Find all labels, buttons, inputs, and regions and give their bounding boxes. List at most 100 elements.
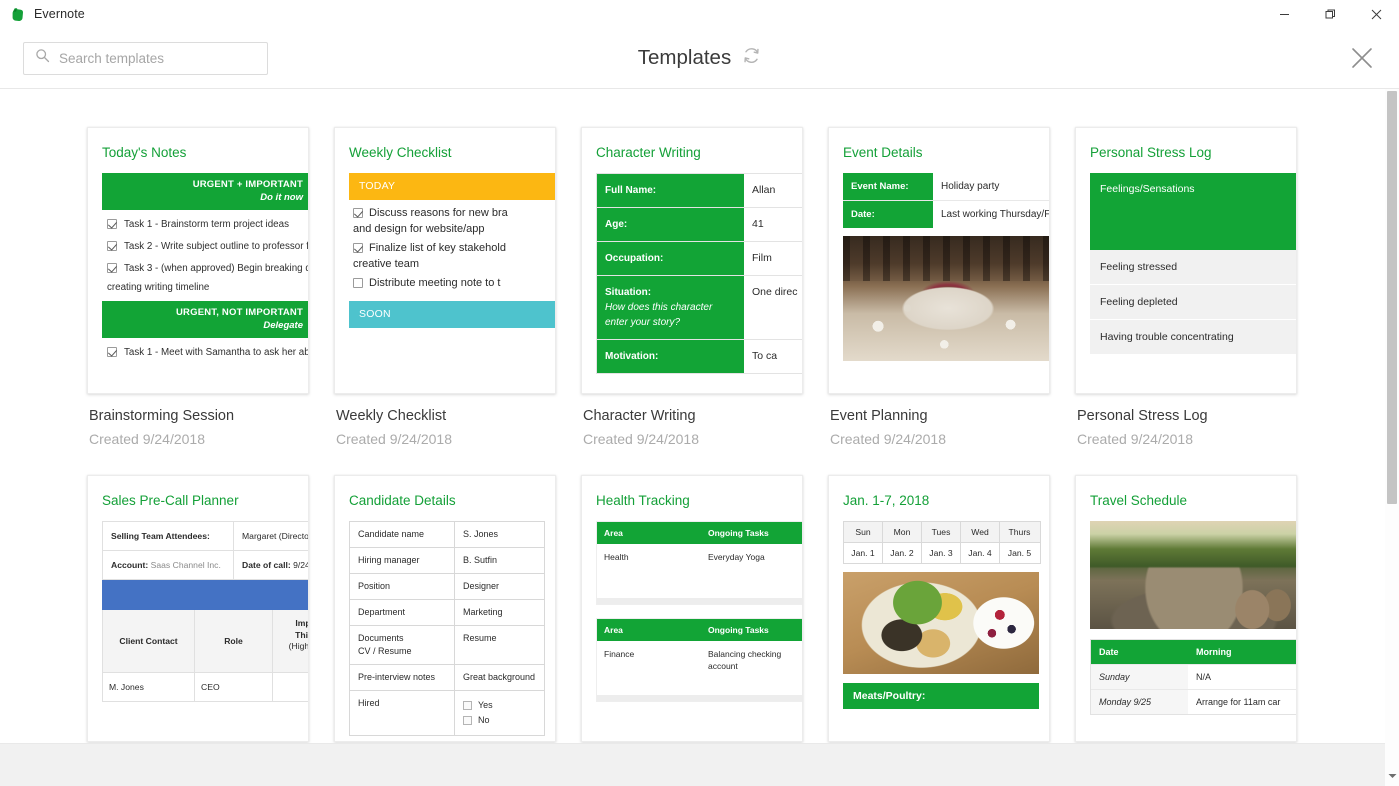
- table-row: Selling Team Attendees: Margaret (Direct…: [103, 522, 308, 552]
- templates-grid: Today's Notes URGENT + IMPORTANT Do it n…: [0, 89, 1385, 742]
- row-value: B. Sutfin: [463, 555, 498, 566]
- preview-title: Travel Schedule: [1090, 493, 1188, 508]
- template-preview[interactable]: Health Tracking Area Ongoing Tasks Healt…: [581, 475, 803, 742]
- cell-morning: N/A: [1196, 672, 1212, 682]
- day-header: Thurs: [1008, 527, 1031, 537]
- evernote-logo-icon: [11, 7, 26, 22]
- template-card-travel-schedule[interactable]: Travel Schedule Date Morning Sunday N/A: [1075, 475, 1297, 742]
- template-card-candidate-details[interactable]: Candidate Details Candidate name S. Jone…: [334, 475, 556, 742]
- template-card-health-tracking[interactable]: Health Tracking Area Ongoing Tasks Healt…: [581, 475, 803, 742]
- close-button[interactable]: [1353, 0, 1399, 28]
- cell-role: CEO: [195, 673, 273, 702]
- table-row: Account: Saas Channel Inc. Date of call:…: [103, 551, 308, 580]
- preview-title: Event Details: [843, 145, 923, 160]
- templates-content: Today's Notes URGENT + IMPORTANT Do it n…: [0, 89, 1399, 786]
- section-soon: SOON: [349, 301, 555, 328]
- template-preview[interactable]: Character Writing Full Name: Allan Age: …: [581, 127, 803, 394]
- template-preview[interactable]: Travel Schedule Date Morning Sunday N/A: [1075, 475, 1297, 742]
- scrollbar-thumb[interactable]: [1387, 91, 1397, 504]
- search-icon: [35, 48, 50, 68]
- table-row: Age: 41: [597, 208, 802, 242]
- table-row: Full Name: Allan: [597, 174, 802, 208]
- option-label: Yes: [478, 700, 493, 711]
- column-header-client-contact: Client Contact: [103, 610, 195, 673]
- template-name: Event Planning: [830, 408, 928, 424]
- checkbox-checked-icon: [107, 241, 117, 252]
- template-created-date: Created 9/24/2018: [830, 431, 946, 447]
- travel-table: Date Morning Sunday N/A Monday 9/25 Arra…: [1090, 639, 1296, 715]
- template-card-weekly-checklist[interactable]: Weekly Checklist TODAY Discuss reasons f…: [334, 127, 556, 447]
- search-input[interactable]: [59, 50, 256, 66]
- impact-line-4: m, Low): [279, 653, 308, 665]
- template-preview[interactable]: Candidate Details Candidate name S. Jone…: [334, 475, 556, 742]
- vertical-scrollbar[interactable]: [1385, 89, 1399, 786]
- template-name: Brainstorming Session: [89, 408, 235, 424]
- row-value: Resume: [463, 633, 497, 644]
- card-caption: Character Writing Created 9/24/2018: [581, 394, 803, 447]
- minimize-button[interactable]: [1261, 0, 1307, 28]
- stress-log-entry: Feeling depleted: [1090, 285, 1296, 320]
- table-row: Pre-interview notes Great background: [350, 665, 544, 692]
- row-value: Marketing: [463, 607, 503, 618]
- search-box[interactable]: [23, 41, 268, 75]
- task-item: Task 1 - Meet with Samantha to ask her a…: [102, 338, 308, 360]
- template-card-character-writing[interactable]: Character Writing Full Name: Allan Age: …: [581, 127, 803, 447]
- template-preview[interactable]: Weekly Checklist TODAY Discuss reasons f…: [334, 127, 556, 394]
- template-card-personal-stress-log[interactable]: Personal Stress Log Feelings/Sensations …: [1075, 127, 1297, 447]
- priority-band-urgent-not-important: URGENT, NOT IMPORTANT Delegate: [102, 300, 308, 338]
- task-label: Task 1 - Brainstorm term project ideas: [124, 219, 289, 230]
- app-brand: Evernote: [0, 7, 85, 22]
- footer-strip: [0, 744, 1399, 786]
- row-value: One direc: [752, 286, 798, 298]
- cell-area: Health: [604, 552, 629, 562]
- hired-yes-option[interactable]: Yes: [463, 699, 493, 712]
- row-value: Allan: [752, 184, 776, 196]
- table-footer-bar: [597, 598, 802, 604]
- table-row: M. Jones CEO H: [103, 673, 308, 702]
- template-preview[interactable]: Event Details Event Name: Holiday party …: [828, 127, 1050, 394]
- day-header: Wed: [961, 522, 1000, 542]
- checklist-continuation: creative team: [353, 258, 420, 270]
- row-label: Age:: [597, 208, 744, 241]
- column-header-area: Area: [604, 625, 623, 635]
- table-row: Jan. 1 Jan. 2 Jan. 3 Jan. 4 Jan. 5: [844, 543, 1040, 563]
- table-row: Candidate name S. Jones: [350, 522, 544, 549]
- table-header-row: Area Ongoing Tasks: [597, 619, 802, 641]
- template-preview[interactable]: Personal Stress Log Feelings/Sensations …: [1075, 127, 1297, 394]
- temple-ruins-photo: [1090, 521, 1296, 629]
- scroll-down-arrow-icon[interactable]: [1385, 769, 1399, 783]
- cell-task: Balancing checking account: [708, 649, 782, 672]
- template-preview[interactable]: Jan. 1-7, 2018 Sun Mon Tues Wed Thurs Ja…: [828, 475, 1050, 742]
- band-line-2: Delegate: [263, 319, 303, 331]
- hired-no-option[interactable]: No: [463, 714, 493, 727]
- sales-contact-table: Client Contact Role Impact o This Dea (H…: [102, 610, 308, 703]
- row-value-label: Date of call:: [242, 560, 291, 571]
- template-preview[interactable]: Today's Notes URGENT + IMPORTANT Do it n…: [87, 127, 309, 394]
- template-card-meal-planner[interactable]: Jan. 1-7, 2018 Sun Mon Tues Wed Thurs Ja…: [828, 475, 1050, 742]
- template-card-event-planning[interactable]: Event Details Event Name: Holiday party …: [828, 127, 1050, 447]
- task-label: Task 3 - (when approved) Begin breaking …: [124, 263, 309, 275]
- template-preview[interactable]: Sales Pre-Call Planner Selling Team Atte…: [87, 475, 309, 742]
- row-label-value: Saas Channel Inc.: [150, 560, 221, 571]
- close-templates-icon[interactable]: [1347, 43, 1377, 73]
- row-label: Candidate name: [350, 522, 455, 548]
- row-label-text: Situation:: [605, 287, 652, 298]
- table-row: Event Name: Holiday party: [843, 173, 1049, 201]
- row-label: Date:: [843, 201, 933, 228]
- table-row: Finance Balancing checking account: [597, 641, 802, 695]
- table-header-row: Sun Mon Tues Wed Thurs: [844, 522, 1040, 543]
- refresh-icon[interactable]: [742, 46, 761, 70]
- checklist-item: Distribute meeting note to t: [349, 270, 555, 289]
- checklist-item: Discuss reasons for new bra: [349, 200, 555, 219]
- blue-divider-band: [102, 580, 308, 611]
- row-value: Great background: [463, 672, 536, 683]
- template-card-sales-pre-call-planner[interactable]: Sales Pre-Call Planner Selling Team Atte…: [87, 475, 309, 742]
- preview-title: Character Writing: [596, 145, 701, 160]
- table-row: Health Everyday Yoga: [597, 544, 802, 598]
- restore-button[interactable]: [1307, 0, 1353, 28]
- row-value: Yes No: [455, 691, 501, 735]
- section-meats-poultry: Meats/Poultry:: [843, 683, 1039, 709]
- checklist-label: Finalize list of key stakehold: [369, 242, 506, 254]
- template-card-brainstorming-session[interactable]: Today's Notes URGENT + IMPORTANT Do it n…: [87, 127, 309, 447]
- band-line-1: URGENT + IMPORTANT: [192, 179, 303, 190]
